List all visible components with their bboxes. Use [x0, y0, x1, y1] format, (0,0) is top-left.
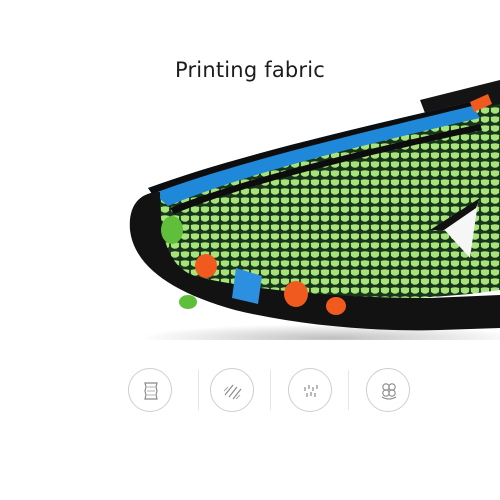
- icon-divider: [198, 370, 199, 410]
- section-heading: Printing fabric: [174, 58, 326, 82]
- water-shoe-illustration: [129, 80, 500, 352]
- sole-pod-orange-3: [326, 297, 346, 315]
- fabric-swatch-icon: [128, 368, 172, 412]
- sole-pod-green-2: [179, 295, 197, 309]
- feature-icons-row: [0, 368, 500, 432]
- sole-pod-green: [161, 216, 183, 244]
- knit-pattern-icon: [366, 368, 410, 412]
- texture-dots-icon: [288, 368, 332, 412]
- icon-divider: [270, 370, 271, 410]
- fiber-strands-icon: [210, 368, 254, 412]
- icon-divider: [348, 370, 349, 410]
- sole-pod-orange-2: [284, 281, 308, 307]
- sole-pod-orange-1: [195, 254, 217, 278]
- product-image-shoe: [0, 80, 500, 352]
- product-detail-panel: Printing fabric: [0, 0, 500, 500]
